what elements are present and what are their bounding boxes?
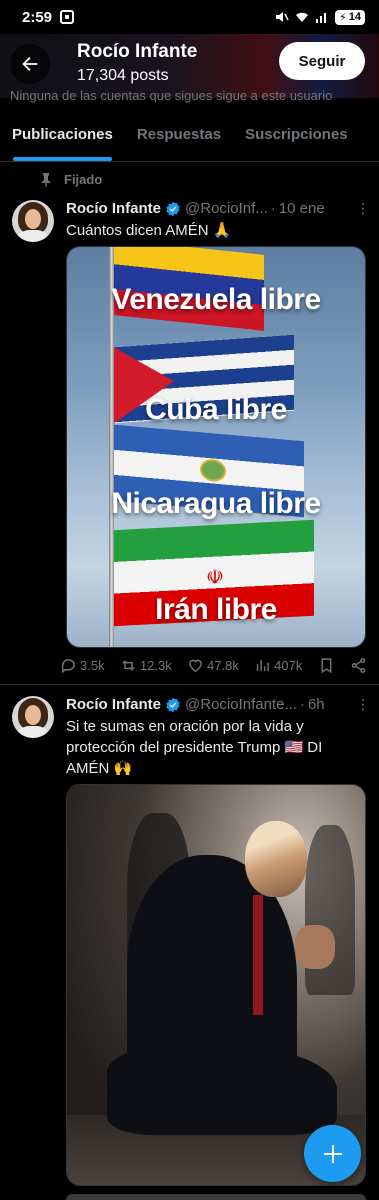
screenshot-icon	[60, 10, 75, 24]
status-time: 2:59	[22, 8, 53, 26]
post-actions: 3.5k 12.3k 47.8k 407k	[60, 657, 367, 674]
author-handle[interactable]: @RocioInf...	[185, 200, 268, 217]
post-time: 10 ene	[278, 200, 325, 217]
plus-icon	[323, 1144, 342, 1163]
bookmark-icon	[321, 658, 332, 674]
post-divider	[0, 684, 379, 685]
views-icon	[256, 659, 270, 672]
pinned-label: Fijado	[40, 172, 102, 187]
reply-count: 3.5k	[80, 658, 105, 673]
author-handle[interactable]: @RocioInfante...	[185, 696, 297, 713]
post-image[interactable]	[66, 784, 366, 1186]
author-name[interactable]: Rocío Infante	[66, 696, 161, 713]
image-text-line: Venezuela libre	[111, 283, 321, 316]
back-arrow-icon	[22, 56, 38, 72]
wifi-icon	[296, 12, 309, 22]
tab-publicaciones[interactable]: Publicaciones	[0, 108, 125, 161]
reply-button[interactable]: 3.5k	[60, 657, 105, 674]
tab-respuestas[interactable]: Respuestas	[125, 108, 233, 161]
like-icon	[189, 659, 202, 673]
tab-suscripciones[interactable]: Suscripciones	[233, 108, 360, 161]
more-icon[interactable]: ⋮	[356, 696, 370, 713]
image-text-line: Nicaragua libre	[111, 487, 321, 520]
repost-count: 12.3k	[139, 658, 172, 673]
views-button[interactable]: 407k	[254, 657, 302, 674]
author-name[interactable]: Rocío Infante	[66, 200, 161, 217]
posts-count: 17,304 posts	[77, 67, 169, 84]
signal-icon	[316, 13, 327, 23]
share-icon	[351, 658, 366, 673]
follow-note: Ninguna de las cuentas que sigues sigue …	[10, 88, 333, 103]
image-text-line: Cuba libre	[145, 393, 287, 426]
verified-badge-icon	[166, 697, 180, 712]
repost-icon	[122, 660, 135, 671]
battery-bolt-icon: ⚡	[339, 11, 347, 24]
post-header: Rocío Infante @RocioInf... · 10 ene ⋮	[66, 200, 370, 217]
avatar[interactable]	[12, 200, 54, 242]
profile-name: Rocío Infante	[77, 41, 198, 62]
image-text-line: Irán libre	[155, 593, 277, 626]
verified-badge-icon	[166, 201, 180, 216]
mute-icon	[276, 12, 289, 22]
tab-label: Respuestas	[136, 126, 222, 143]
status-bar: 2:59 ⚡ 14	[0, 0, 379, 34]
battery-indicator: ⚡ 14	[335, 9, 365, 25]
repost-button[interactable]: 12.3k	[120, 657, 172, 674]
profile-tabs: Publicaciones Respuestas Suscripciones	[0, 108, 379, 162]
tab-label: Suscripciones	[245, 126, 348, 143]
post-text: Cuántos dicen AMÉN 🙏	[66, 222, 232, 239]
share-button[interactable]	[350, 657, 367, 674]
avatar[interactable]	[12, 696, 54, 738]
more-icon[interactable]: ⋮	[356, 200, 370, 217]
tab-label: Publicaciones	[12, 126, 113, 143]
post-header: Rocío Infante @RocioInfante... · 6h ⋮	[66, 696, 370, 713]
active-tab-indicator	[13, 157, 112, 161]
views-count: 407k	[274, 658, 303, 673]
back-button[interactable]	[10, 44, 50, 84]
like-button[interactable]: 47.8k	[187, 657, 239, 674]
like-count: 47.8k	[207, 658, 239, 673]
pin-icon	[41, 172, 51, 187]
pinned-text: Fijado	[64, 172, 103, 187]
reply-icon	[61, 659, 75, 674]
compose-button[interactable]	[304, 1125, 361, 1182]
follow-button[interactable]: Seguir	[279, 42, 365, 80]
status-right: ⚡ 14	[275, 9, 365, 25]
battery-level: 14	[348, 11, 361, 23]
post-image[interactable]: ☫ Venezuela libre Cuba libre Nicaragua l…	[66, 246, 366, 648]
bookmark-button[interactable]	[318, 657, 335, 674]
next-post-preview	[66, 1194, 366, 1200]
post-time: 6h	[307, 696, 325, 713]
post-text: Si te sumas en oración por la vida y pro…	[66, 718, 323, 777]
